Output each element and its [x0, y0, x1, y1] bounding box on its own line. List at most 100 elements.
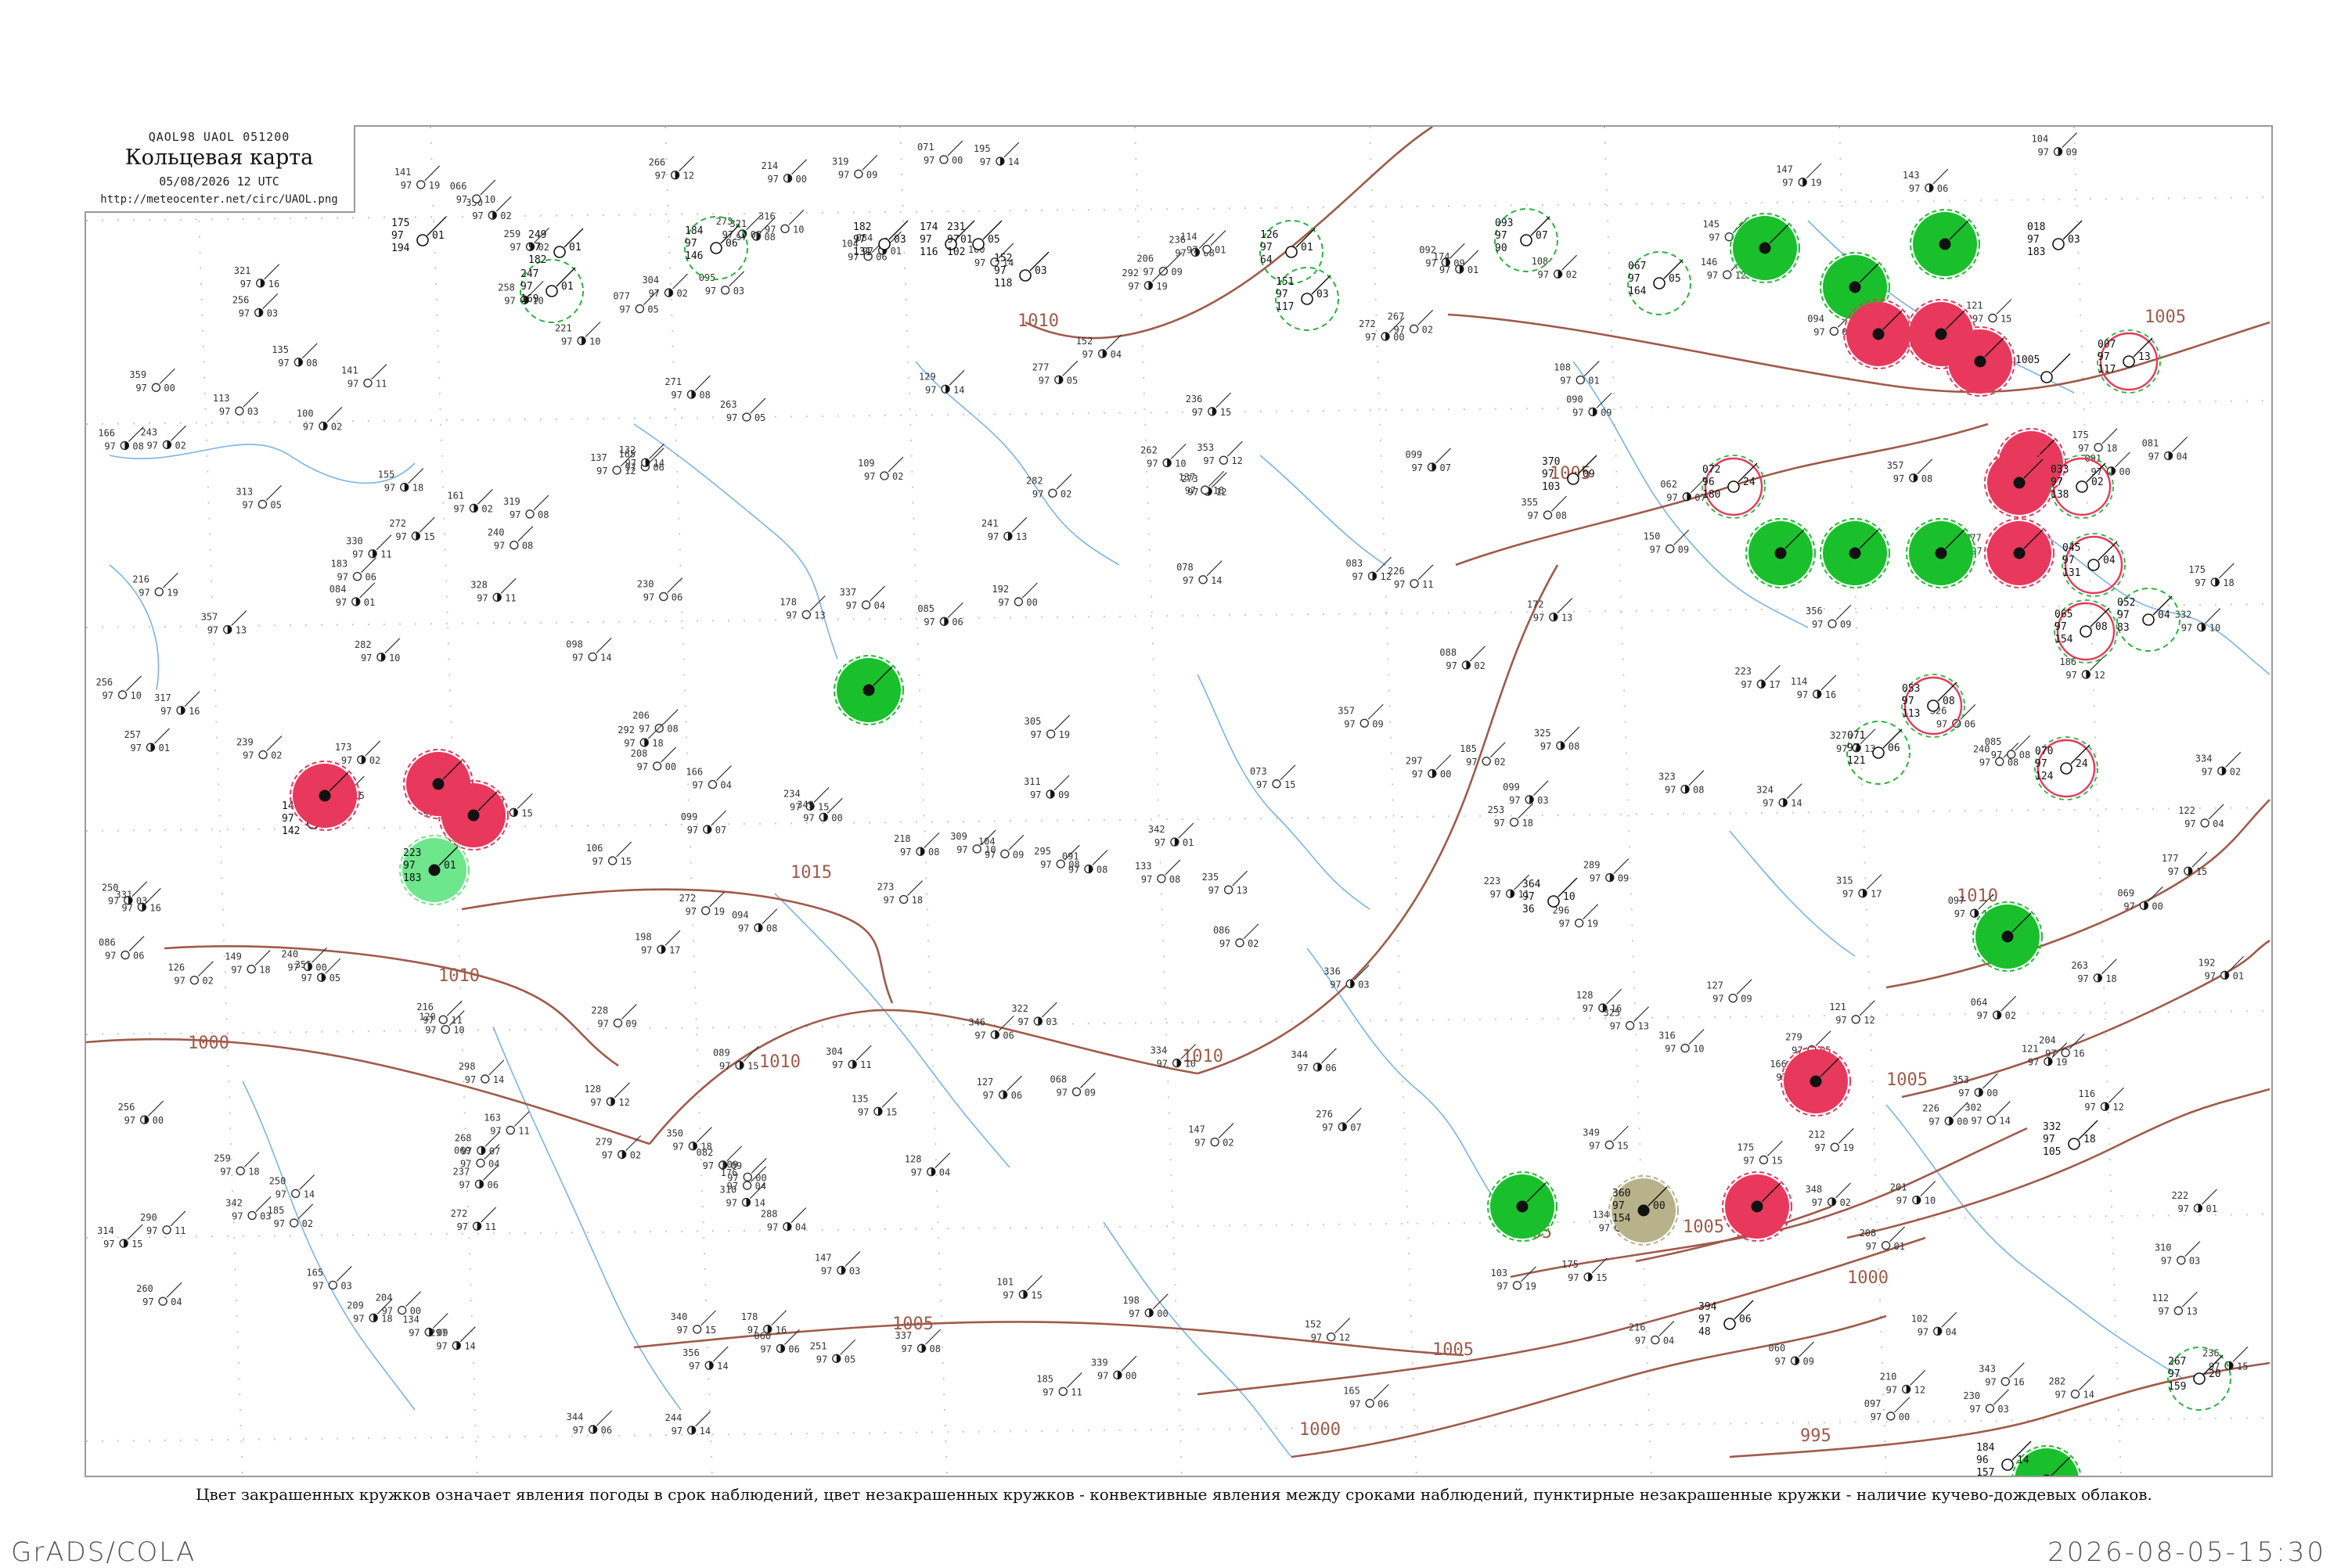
station-code-text: 173	[335, 742, 352, 753]
station-code-text: 97	[1412, 462, 1423, 473]
river	[1729, 830, 1856, 957]
station-code-text: 97	[130, 743, 141, 753]
station-dot	[1509, 818, 1519, 827]
station-code-text: 97	[2181, 623, 2192, 634]
station-code-text: 08	[1068, 859, 1079, 870]
wind-barb	[791, 159, 807, 175]
station-code-text: 97	[1599, 1223, 1610, 1234]
station-c-value: 117	[1276, 301, 1294, 313]
wind-barb	[667, 577, 683, 593]
station-code-text: 290	[140, 1212, 157, 1223]
station-code-text: 19	[2056, 1057, 2067, 1068]
wind-barb	[254, 950, 271, 966]
station-code-text: 00	[1026, 597, 1037, 608]
station-code-text: 97	[231, 965, 242, 976]
station-code-text: 97	[494, 541, 505, 552]
station-dot	[1974, 355, 1986, 368]
station-code-text: 00	[153, 1115, 164, 1126]
station-code-text: 10	[389, 653, 400, 664]
weather-station: 04597 04 131	[2062, 533, 2126, 597]
station-code-text: 09	[1741, 994, 1752, 1005]
station-code-text: 272	[389, 518, 406, 529]
station-code-text: 97	[1814, 1142, 1825, 1153]
station-code-text: 12	[2094, 670, 2105, 681]
station-code-text: 08	[2008, 757, 2018, 768]
station-code-text: 135	[272, 344, 289, 355]
station-code-text: 10	[793, 224, 804, 235]
station-code-text: 15	[1771, 1155, 1782, 1166]
station-code-text: 090	[1566, 394, 1583, 405]
station-code-text: 97	[1394, 324, 1405, 335]
station-code-text: 313	[236, 486, 253, 497]
wind-barb	[2172, 437, 2188, 452]
station-dot	[613, 1018, 623, 1028]
station-code-text: 03	[247, 406, 258, 417]
station-code-text: 97	[1985, 1377, 1996, 1388]
station-code-text: 97	[460, 1158, 471, 1169]
wind-barb	[1280, 764, 1296, 781]
station-code-text: 15	[621, 856, 632, 867]
wind-barb	[1815, 1030, 1831, 1046]
station-code-text: 06	[876, 252, 887, 263]
station-code-text: 97	[2158, 1306, 2169, 1317]
station-dot	[525, 509, 535, 519]
station-code-text: 97	[1918, 1326, 1928, 1337]
weather-station: 12697 01 64	[1259, 220, 1323, 284]
station-code-text: 185	[1036, 1373, 1053, 1384]
station-code-text: 97	[1128, 281, 1139, 292]
wind-barb	[1367, 703, 1384, 720]
station-dot	[899, 894, 909, 904]
station-code-text: 97	[1866, 1241, 1877, 1252]
station-code-text: 12	[2112, 1102, 2123, 1113]
station-c-value: 124	[2035, 771, 2054, 782]
station-code-text: 97	[103, 1239, 114, 1250]
station-code-text: 97	[1194, 1138, 1205, 1149]
wind-barb	[1345, 1107, 1362, 1124]
station-t-value: 97	[2168, 1368, 2181, 1380]
station-code-text: 97	[1797, 689, 1808, 700]
station-t-value: 97	[1522, 891, 1535, 903]
wind-barb	[376, 534, 392, 551]
station-code-text: 97	[287, 962, 298, 973]
wind-barb	[596, 638, 612, 653]
wind-barb	[1121, 1355, 1137, 1372]
station-code-text: 97	[1635, 1335, 1646, 1346]
station-code-text: 221	[555, 323, 572, 334]
station-code-text: 243	[140, 426, 157, 437]
station-p-value: 065	[2054, 609, 2073, 620]
map-area: 1005101010051000101010101015101010051005…	[85, 125, 2273, 1477]
station-code-text: 97	[2148, 451, 2159, 462]
station-dot	[612, 466, 621, 475]
station-code-text: 268	[455, 1132, 472, 1143]
station-code-text: 234	[783, 788, 801, 799]
station-d-value: 10	[1563, 891, 1576, 903]
wind-barb	[459, 1326, 476, 1343]
station-code-text: 02	[1422, 324, 1433, 335]
source-url[interactable]: http://meteocenter.net/circ/UAOL.png	[85, 193, 354, 206]
wind-barb	[596, 1410, 613, 1426]
wind-barb	[231, 610, 247, 626]
station-code-text: 16	[2073, 1048, 2084, 1059]
wind-barb	[888, 456, 904, 473]
station-dot	[2001, 1458, 2014, 1471]
station-code-text: 08	[2019, 750, 2030, 761]
wind-barb	[716, 765, 732, 782]
station-code-text: 03	[1358, 979, 1369, 990]
station-code-text: 04	[939, 1167, 950, 1178]
wind-barb	[126, 675, 142, 692]
station-code-text: 334	[2195, 753, 2213, 764]
station-code-text: 97	[504, 295, 515, 306]
wind-barb	[1606, 988, 1622, 1005]
station-dot	[2177, 1255, 2186, 1265]
station-dot	[1327, 1332, 1336, 1342]
station-code-text: 276	[1316, 1109, 1333, 1120]
wind-barb	[1021, 582, 1038, 599]
graticule-line	[86, 400, 2271, 425]
station-code-text: 083	[1345, 558, 1363, 569]
station-code-text: 97	[1775, 1356, 1786, 1367]
station-code-text: 97	[858, 1106, 869, 1117]
wind-barb	[1417, 309, 1434, 325]
station-p-value: 174	[920, 221, 938, 233]
wind-barb	[1449, 243, 1465, 259]
station-code-text: 01	[1215, 245, 1226, 256]
